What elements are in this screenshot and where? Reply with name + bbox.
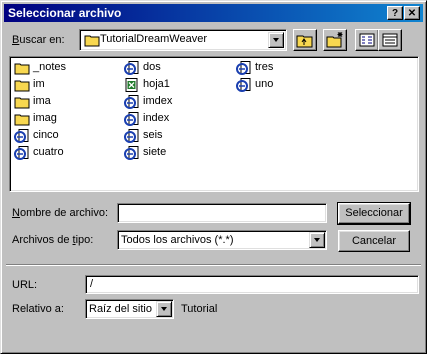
html-file-icon <box>124 112 139 126</box>
file-name: cinco <box>33 129 59 141</box>
chevron-down-icon[interactable] <box>156 301 172 317</box>
file-name: _notes <box>33 61 67 73</box>
chevron-down-icon[interactable] <box>268 32 284 48</box>
up-folder-button[interactable] <box>293 29 317 51</box>
close-button[interactable]: ✕ <box>404 6 420 20</box>
title-bar[interactable]: Seleccionar archivo ? ✕ <box>4 4 423 22</box>
folder-icon <box>84 35 100 47</box>
file-name: index <box>143 112 170 124</box>
folder-icon <box>14 63 30 75</box>
file-name: tres <box>255 61 274 73</box>
file-name: seis <box>143 129 163 141</box>
html-file-icon <box>124 61 139 75</box>
chevron-down-icon[interactable] <box>309 232 325 248</box>
lookin-combobox[interactable]: TutorialDreamWeaver <box>79 29 287 51</box>
file-name: imdex <box>143 95 173 107</box>
lookin-label: Buscar en: <box>12 34 65 46</box>
html-file-icon <box>236 61 251 75</box>
file-name: im <box>33 78 45 90</box>
relative-value: Raíz del sitio <box>89 303 152 315</box>
filename-label: Nombre de archivo: <box>12 207 108 219</box>
new-folder-button[interactable] <box>323 29 347 51</box>
help-icon: ? <box>391 8 399 19</box>
html-file-icon <box>124 95 139 109</box>
select-button[interactable]: Seleccionar <box>337 202 411 225</box>
folder-icon <box>14 97 30 109</box>
window-title: Seleccionar archivo <box>8 6 122 20</box>
folder-icon <box>14 80 30 92</box>
file-list[interactable]: _notesim ima imag cinco cuatro dos hoja1 imdex i… <box>9 56 419 192</box>
list-view-icon <box>359 33 375 47</box>
relative-label: Relativo a: <box>12 303 64 315</box>
cancel-button-label: Cancelar <box>351 235 397 247</box>
file-name: cuatro <box>33 146 64 158</box>
html-file-icon <box>124 129 139 143</box>
details-view-button[interactable] <box>378 29 402 51</box>
url-value: / <box>90 278 94 290</box>
file-name: siete <box>143 146 167 158</box>
filetype-combobox[interactable]: Todos los archivos (*.*) <box>117 230 327 250</box>
html-file-icon <box>124 146 139 160</box>
close-icon: ✕ <box>407 8 417 19</box>
site-name: Tutorial <box>181 303 218 315</box>
filetype-value: Todos los archivos (*.*) <box>121 234 234 246</box>
html-file-icon <box>14 129 29 143</box>
up-folder-icon <box>296 35 313 48</box>
url-input[interactable]: / <box>85 275 419 294</box>
relative-combobox[interactable]: Raíz del sitio <box>85 299 174 319</box>
file-name: ima <box>33 95 51 107</box>
details-view-icon <box>382 33 398 47</box>
html-file-icon <box>236 78 251 92</box>
file-name: imag <box>33 112 57 124</box>
list-view-button[interactable] <box>355 29 379 51</box>
help-button[interactable]: ? <box>387 6 403 20</box>
file-name: dos <box>143 61 161 73</box>
url-label: URL: <box>12 279 38 291</box>
file-name: hoja1 <box>143 78 170 90</box>
excel-file-icon <box>125 78 138 92</box>
new-folder-icon <box>326 32 343 48</box>
filename-input[interactable] <box>117 203 327 223</box>
divider <box>6 264 421 266</box>
html-file-icon <box>14 146 29 160</box>
lookin-value: TutorialDreamWeaver <box>100 33 207 45</box>
select-button-label: Seleccionar <box>345 207 403 219</box>
dialog-window: Seleccionar archivo ? ✕ Buscar en: Tutor… <box>0 0 427 354</box>
file-name: uno <box>255 78 274 90</box>
folder-icon <box>14 114 30 126</box>
cancel-button[interactable]: Cancelar <box>338 230 410 252</box>
filetype-label: Archivos de tipo: <box>12 234 94 246</box>
